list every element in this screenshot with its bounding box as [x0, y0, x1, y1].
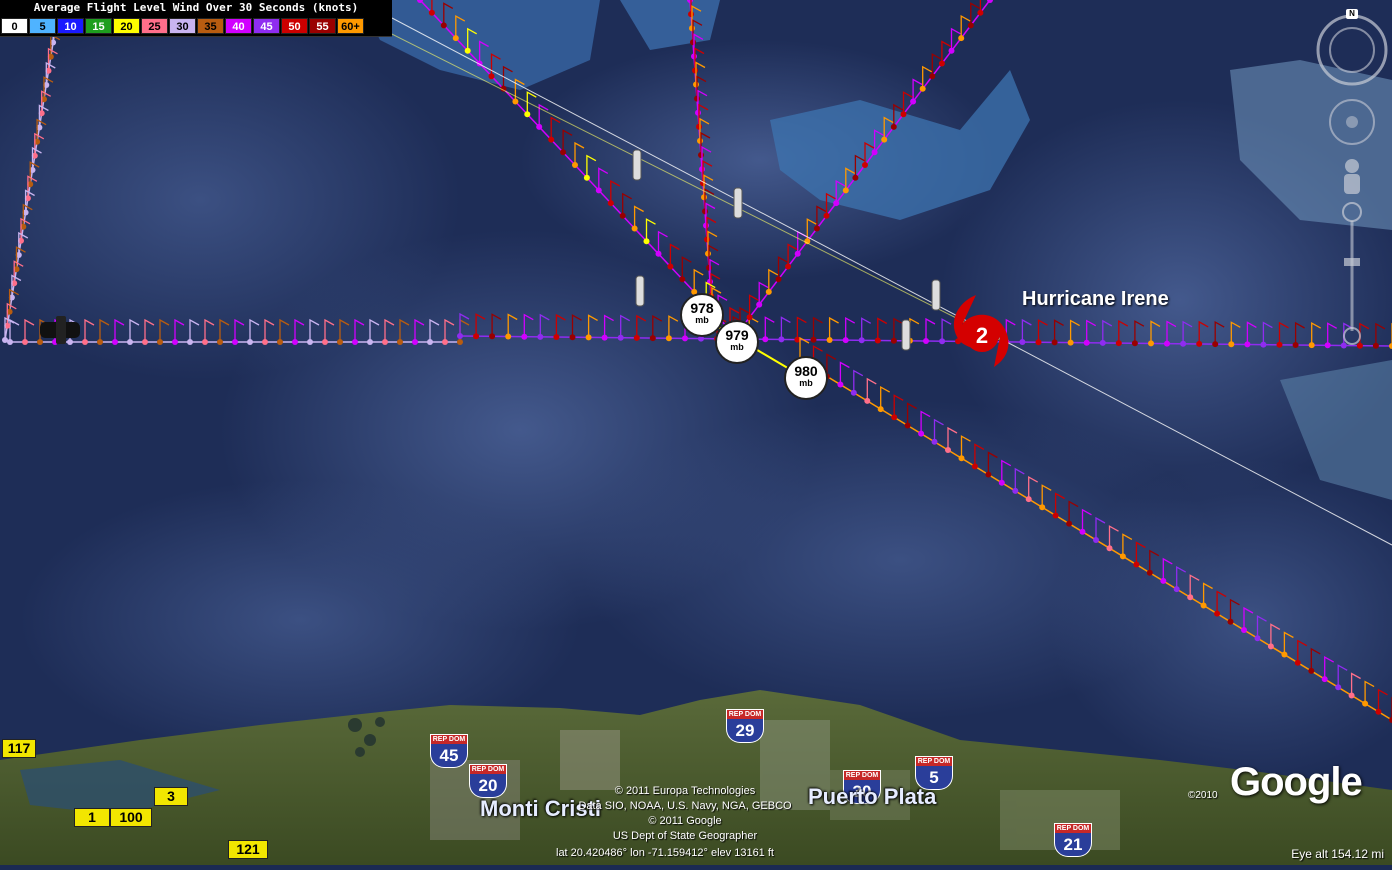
- road-label[interactable]: 100: [110, 808, 152, 827]
- legend-bin: 30: [169, 18, 196, 34]
- satellite-map[interactable]: 2: [0, 0, 1392, 865]
- pressure-bubble[interactable]: 979 mb: [715, 320, 759, 364]
- legend-title: Average Flight Level Wind Over 30 Second…: [33, 1, 359, 14]
- route-shield[interactable]: REP DOM 29: [726, 709, 764, 743]
- legend-bin: 25: [141, 18, 168, 34]
- pressure-value: 980: [794, 363, 818, 379]
- legend-bin: 60+: [337, 18, 364, 34]
- legend-bin: 20: [113, 18, 140, 34]
- legend-bin: 35: [197, 18, 224, 34]
- route-shield[interactable]: REP DOM 45: [430, 734, 468, 768]
- road-label[interactable]: 3: [154, 787, 188, 806]
- navigation-controls[interactable]: [1316, 6, 1390, 346]
- pressure-unit: mb: [695, 315, 709, 325]
- wind-legend: Average Flight Level Wind Over 30 Second…: [0, 0, 392, 37]
- dropsonde-icon[interactable]: [632, 149, 642, 181]
- storm-category: 2: [976, 323, 988, 348]
- legend-bin: 50: [281, 18, 308, 34]
- zoom-slider-icon[interactable]: [1342, 202, 1362, 345]
- legend-bins: 0 5 10 15 20 25 30 35 40 45 50 55 60+: [1, 18, 365, 34]
- dropsonde-icon[interactable]: [901, 319, 911, 351]
- place-label-puerto-plata[interactable]: Puerto Plata: [808, 784, 936, 810]
- pressure-value: 979: [725, 327, 749, 343]
- dropsonde-icon[interactable]: [931, 279, 941, 311]
- north-indicator[interactable]: N: [1346, 9, 1358, 19]
- legend-bin: 10: [57, 18, 84, 34]
- legend-bin: 55: [309, 18, 336, 34]
- road-label[interactable]: 117: [2, 739, 36, 758]
- legend-bin: 5: [29, 18, 56, 34]
- legend-bin: 40: [225, 18, 252, 34]
- compass-ring-icon[interactable]: [1316, 14, 1388, 86]
- status-bar: lat 20.420486° lon -71.159412° elev 1316…: [0, 843, 1392, 865]
- legend-bin: 15: [85, 18, 112, 34]
- pressure-unit: mb: [799, 378, 813, 388]
- eye-altitude: Eye alt 154.12 mi: [1291, 847, 1384, 861]
- dropsonde-icon[interactable]: [733, 187, 743, 219]
- cursor-coordinates: lat 20.420486° lon -71.159412° elev 1316…: [556, 847, 774, 859]
- copyright-year: ©2010: [1188, 790, 1218, 801]
- pressure-bubble[interactable]: 980 mb: [784, 356, 828, 400]
- legend-bin: 0: [1, 18, 28, 34]
- road-label[interactable]: 1: [74, 808, 110, 827]
- storm-name-label: Hurricane Irene: [1022, 288, 1169, 310]
- pressure-unit: mb: [730, 342, 744, 352]
- map-credits: © 2011 Europa Technologies Data SIO, NOA…: [578, 785, 792, 842]
- map-viewport[interactable]: 2 Average Flight Level Wind Over 30 Seco…: [0, 0, 1392, 865]
- pressure-value: 978: [690, 300, 714, 316]
- pegman-icon[interactable]: [1344, 159, 1360, 194]
- route-shield[interactable]: REP DOM 20: [469, 764, 507, 798]
- look-joystick-icon[interactable]: [1329, 99, 1375, 145]
- dropsonde-icon[interactable]: [635, 275, 645, 307]
- google-logo: Google: [1230, 760, 1363, 804]
- legend-bin: 45: [253, 18, 280, 34]
